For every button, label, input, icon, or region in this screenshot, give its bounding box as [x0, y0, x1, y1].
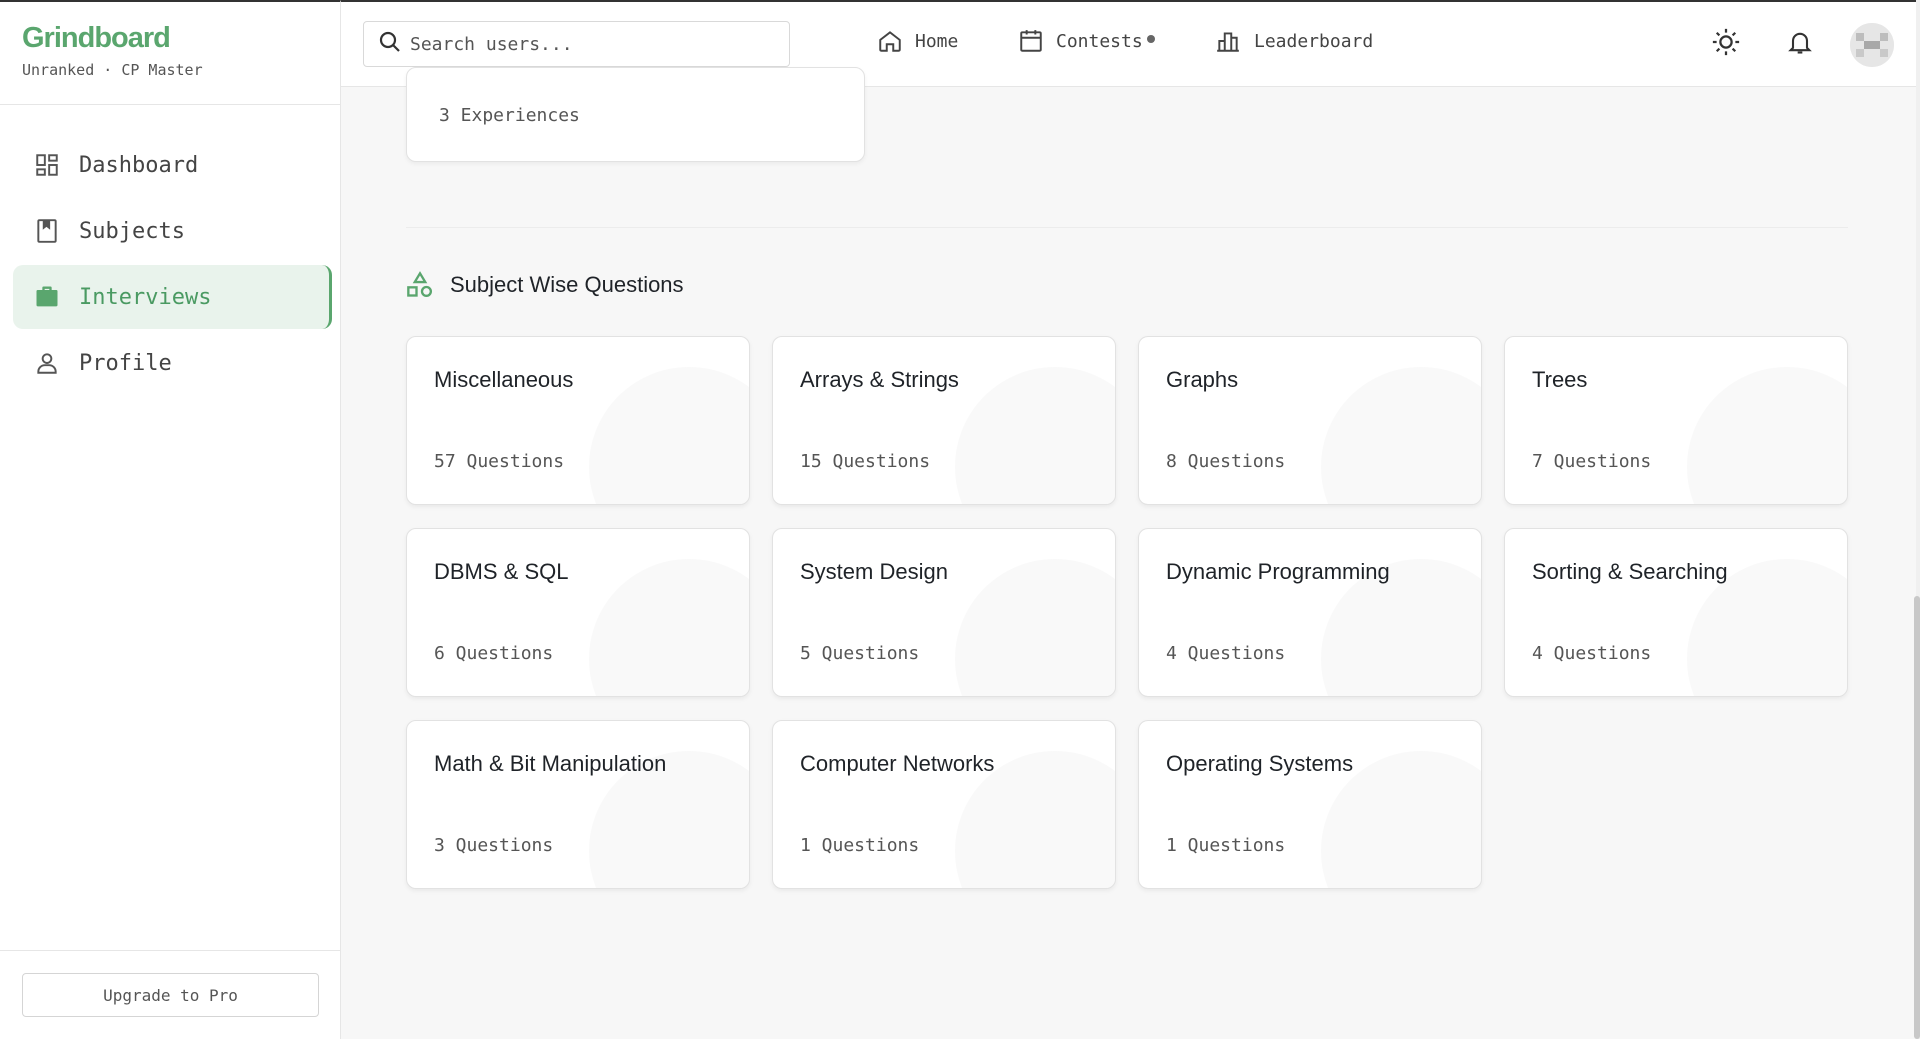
home-icon: [877, 28, 903, 54]
subject-name: Graphs: [1166, 367, 1239, 392]
sidebar-item-profile[interactable]: Profile: [13, 331, 332, 395]
briefcase-icon: [33, 283, 61, 311]
sidebar-item-label: Interviews: [79, 284, 212, 310]
subject-name: Sorting & Searching: [1532, 559, 1728, 584]
dashboard-icon: [33, 151, 61, 179]
subject-question-count: 57 Questions: [434, 451, 565, 472]
subject-card[interactable]: Sorting & Searching 4 Questions: [1504, 528, 1848, 697]
subject-card[interactable]: Miscellaneous 57 Questions: [406, 336, 750, 505]
subject-name: Dynamic Programming: [1166, 559, 1390, 584]
subject-card[interactable]: Arrays & Strings 15 Questions: [772, 336, 1116, 505]
experience-count: 3 Experiences: [439, 105, 580, 126]
subject-question-count: 1 Questions: [1166, 835, 1286, 856]
user-icon: [33, 349, 61, 377]
nav-leaderboard[interactable]: Leaderboard: [1214, 28, 1373, 54]
sidebar-item-interviews[interactable]: Interviews: [13, 265, 332, 329]
sidebar-item-label: Dashboard: [79, 152, 199, 178]
nav-contests[interactable]: Contests: [1018, 28, 1155, 54]
sidebar-item-dashboard[interactable]: Dashboard: [13, 133, 332, 197]
subject-question-count: 1 Questions: [800, 835, 920, 856]
subject-question-count: 4 Questions: [1532, 643, 1652, 664]
calendar-icon: [1018, 28, 1044, 54]
subject-question-count: 4 Questions: [1166, 643, 1286, 664]
subject-card[interactable]: Dynamic Programming 4 Questions: [1138, 528, 1482, 697]
subject-name: Computer Networks: [800, 751, 995, 776]
subject-card[interactable]: System Design 5 Questions: [772, 528, 1116, 697]
bell-icon: [1786, 28, 1814, 61]
brand: Grindboard Unranked · CP Master: [0, 2, 340, 105]
notifications-button[interactable]: [1780, 24, 1820, 64]
sun-icon: [1711, 27, 1741, 62]
avatar[interactable]: [1850, 23, 1894, 67]
brand-subtitle: Unranked · CP Master: [22, 61, 203, 79]
sidebar-nav: Dashboard Subjects Interviews Profile: [0, 105, 340, 395]
sidebar-item-subjects[interactable]: Subjects: [13, 199, 332, 263]
shapes-icon: [406, 271, 434, 299]
section-title: Subject Wise Questions: [450, 272, 684, 297]
scrollbar-thumb[interactable]: [1914, 596, 1920, 1039]
brand-title[interactable]: Grindboard: [22, 22, 340, 55]
nav-home-label: Home: [915, 30, 959, 52]
subject-card[interactable]: Trees 7 Questions: [1504, 336, 1848, 505]
subject-question-count: 3 Questions: [434, 835, 554, 856]
subject-question-count: 7 Questions: [1532, 451, 1652, 472]
main-content: 3 Experiences Subject Wise Questions Mis…: [341, 67, 1916, 1039]
sidebar-divider: [0, 950, 340, 951]
sidebar-item-label: Profile: [79, 350, 172, 376]
subject-card[interactable]: Computer Networks 1 Questions: [772, 720, 1116, 889]
section-header: Subject Wise Questions: [406, 271, 684, 299]
sidebar: Grindboard Unranked · CP Master Dashboar…: [0, 0, 341, 1039]
subject-grid: Miscellaneous 57 Questions Arrays & Stri…: [406, 336, 1848, 889]
subject-name: System Design: [800, 559, 948, 584]
subject-card[interactable]: Operating Systems 1 Questions: [1138, 720, 1482, 889]
bookmark-icon: [33, 217, 61, 245]
search-icon: [378, 30, 402, 59]
notification-dot: [1146, 34, 1155, 43]
subject-card[interactable]: DBMS & SQL 6 Questions: [406, 528, 750, 697]
subject-card[interactable]: Graphs 8 Questions: [1138, 336, 1482, 505]
search-box[interactable]: [363, 21, 790, 67]
subject-name: Miscellaneous: [434, 367, 574, 392]
sidebar-item-label: Subjects: [79, 218, 185, 244]
nav-home[interactable]: Home: [877, 28, 958, 54]
nav-contests-label: Contests: [1056, 30, 1155, 52]
subject-name: Math & Bit Manipulation: [434, 751, 667, 776]
leaderboard-icon: [1214, 28, 1242, 54]
theme-toggle-button[interactable]: [1706, 24, 1746, 64]
subject-name: DBMS & SQL: [434, 559, 569, 584]
subject-question-count: 6 Questions: [434, 643, 554, 664]
subject-question-count: 15 Questions: [800, 451, 931, 472]
subject-name: Operating Systems: [1166, 751, 1354, 776]
search-input[interactable]: [410, 33, 770, 55]
subject-question-count: 5 Questions: [800, 643, 920, 664]
upgrade-button[interactable]: Upgrade to Pro: [22, 973, 319, 1017]
subject-name: Arrays & Strings: [800, 367, 959, 392]
experience-card[interactable]: 3 Experiences: [406, 67, 865, 162]
section-divider: [406, 227, 1848, 228]
subject-name: Trees: [1532, 367, 1588, 392]
subject-card[interactable]: Math & Bit Manipulation 3 Questions: [406, 720, 750, 889]
subject-question-count: 8 Questions: [1166, 451, 1286, 472]
nav-contests-text: Contests: [1056, 30, 1143, 52]
nav-leaderboard-label: Leaderboard: [1254, 30, 1374, 52]
